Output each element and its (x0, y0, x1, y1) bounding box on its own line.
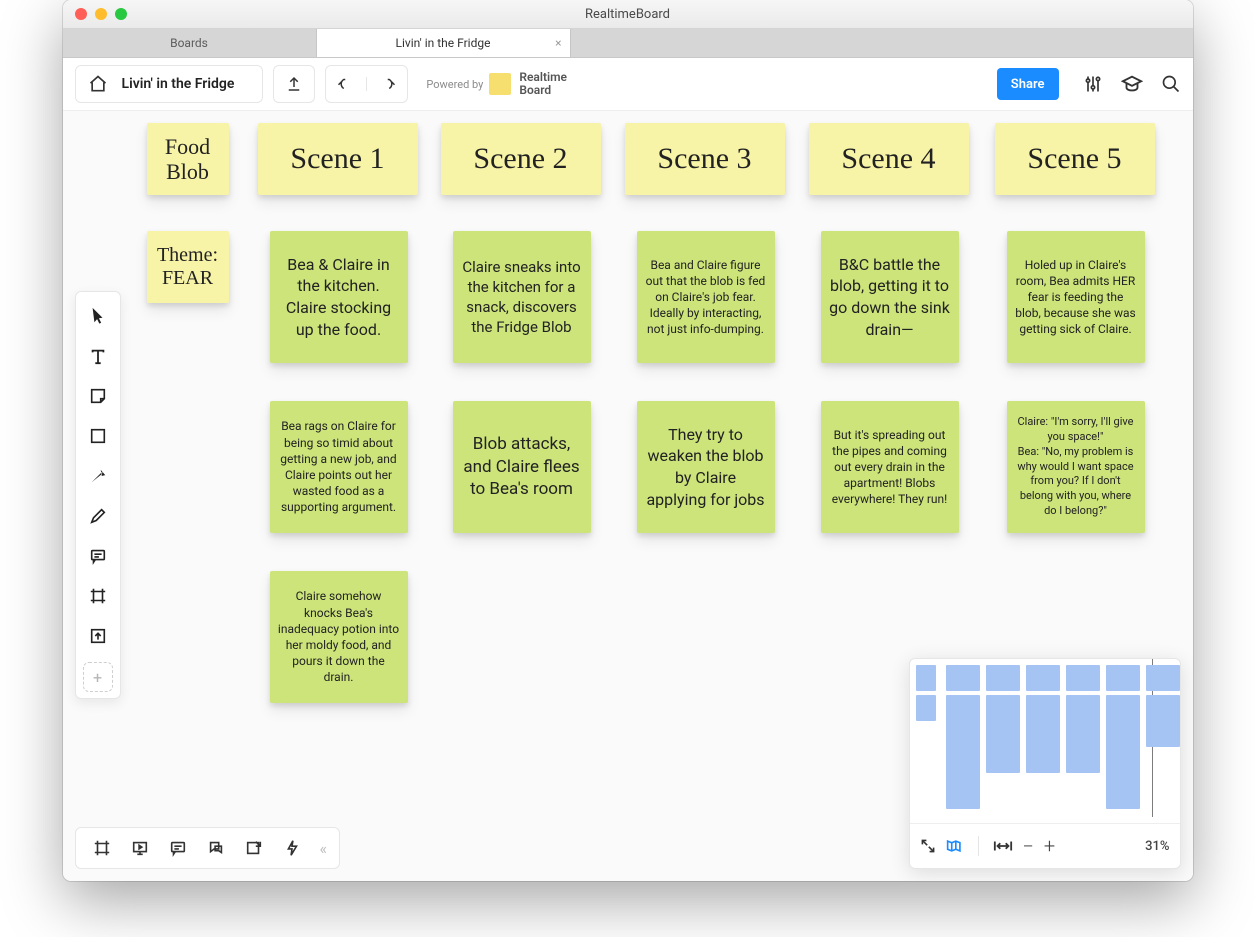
left-toolbar: + (75, 291, 121, 699)
tool-arrow[interactable] (76, 458, 120, 494)
tool-upload[interactable] (76, 618, 120, 654)
note-header-scene3[interactable]: Scene 3 (625, 123, 785, 195)
note-header-foodblob[interactable]: Food Blob (147, 123, 229, 195)
zoom-level[interactable]: 31% (1145, 839, 1169, 854)
tool-select[interactable] (76, 298, 120, 334)
sliders-icon[interactable] (1083, 74, 1103, 94)
note-s3b[interactable]: They try to weaken the blob by Claire ap… (637, 401, 775, 533)
zoom-out-icon[interactable]: − (1023, 834, 1034, 858)
note-s5a[interactable]: Holed up in Claire's room, Bea admits HE… (1007, 231, 1145, 363)
fullscreen-icon[interactable] (920, 838, 936, 854)
tool-shape[interactable] (76, 418, 120, 454)
export-button[interactable] (273, 65, 315, 103)
browser-tabs: Boards Livin' in the Fridge × (63, 29, 1193, 58)
close-tab-icon[interactable]: × (555, 36, 561, 50)
note-s4b[interactable]: But it's spreading out the pipes and com… (821, 401, 959, 533)
note-header-scene2[interactable]: Scene 2 (441, 123, 601, 195)
minimap-toggle-icon[interactable] (946, 838, 964, 854)
note-s1b[interactable]: Bea rags on Claire for being so timid ab… (270, 401, 408, 533)
note-s5b[interactable]: Claire: "I'm sorry, I'll give you space!… (1007, 401, 1145, 533)
board-canvas[interactable]: Food Blob Scene 1 Scene 2 Scene 3 Scene … (63, 111, 1193, 881)
zoom-in-icon[interactable]: + (1044, 834, 1055, 858)
board-name[interactable]: Livin' in the Fridge (122, 76, 235, 92)
home-icon[interactable] (88, 74, 108, 94)
tool-frame[interactable] (76, 578, 120, 614)
bl-share-icon[interactable] (236, 830, 272, 866)
brand-swatch-icon (489, 73, 511, 95)
tool-text[interactable] (76, 338, 120, 374)
share-label: Share (1011, 77, 1045, 92)
bl-activity-icon[interactable] (274, 830, 310, 866)
note-header-scene5[interactable]: Scene 5 (995, 123, 1155, 195)
note-s2a[interactable]: Claire sneaks into the kitchen for a sna… (453, 231, 591, 363)
mac-titlebar: RealtimeBoard (63, 0, 1193, 29)
brand-name: Realtime Board (519, 71, 567, 96)
bl-frames-icon[interactable] (84, 830, 120, 866)
bottom-left-bar: « (75, 827, 341, 869)
graduation-icon[interactable] (1121, 74, 1143, 94)
redo-button[interactable] (367, 77, 407, 91)
note-s3a[interactable]: Bea and Claire figure out that the blob … (637, 231, 775, 363)
tab-label: Boards (170, 36, 208, 50)
board-title-group: Livin' in the Fridge (75, 65, 264, 103)
search-icon[interactable] (1161, 74, 1181, 94)
minimap[interactable] (910, 659, 1180, 823)
zoom-controls: − + 31% (910, 823, 1180, 868)
tab-current-board[interactable]: Livin' in the Fridge × (317, 29, 571, 57)
note-s4a[interactable]: B&C battle the blob, getting it to go do… (821, 231, 959, 363)
minimap-panel: − + 31% (909, 658, 1181, 869)
window-title: RealtimeBoard (63, 7, 1193, 22)
powered-by: Powered by (426, 78, 483, 91)
note-header-scene1[interactable]: Scene 1 (258, 123, 418, 195)
redo-icon (378, 77, 396, 91)
note-s1c[interactable]: Claire somehow knocks Bea's inadequacy p… (270, 571, 408, 703)
app-header: Livin' in the Fridge Powered by (63, 58, 1193, 111)
brand: Realtime Board (489, 71, 567, 96)
app-window: RealtimeBoard Boards Livin' in the Fridg… (63, 0, 1193, 881)
undo-icon (337, 77, 355, 91)
share-button[interactable]: Share (997, 68, 1059, 100)
tool-add[interactable]: + (83, 662, 113, 692)
bl-collapse-icon[interactable]: « (312, 839, 332, 858)
bl-presentation-icon[interactable] (122, 830, 158, 866)
bl-comments-icon[interactable] (160, 830, 196, 866)
tool-sticky[interactable] (76, 378, 120, 414)
tab-boards[interactable]: Boards (63, 29, 317, 57)
note-s2b[interactable]: Blob attacks, and Claire flees to Bea's … (453, 401, 591, 533)
powered-label: Powered by (426, 78, 483, 91)
fit-width-icon[interactable] (993, 839, 1013, 853)
tool-comment[interactable] (76, 538, 120, 574)
tool-pen[interactable] (76, 498, 120, 534)
export-icon (285, 75, 303, 93)
tab-label: Livin' in the Fridge (396, 36, 491, 50)
header-right-tools (1083, 74, 1181, 94)
undo-redo-group (325, 65, 408, 103)
bl-chat-icon[interactable] (198, 830, 234, 866)
note-s1a[interactable]: Bea & Claire in the kitchen. Claire stoc… (270, 231, 408, 363)
note-header-scene4[interactable]: Scene 4 (809, 123, 969, 195)
note-theme[interactable]: Theme: FEAR (147, 231, 229, 303)
undo-button[interactable] (326, 77, 367, 91)
